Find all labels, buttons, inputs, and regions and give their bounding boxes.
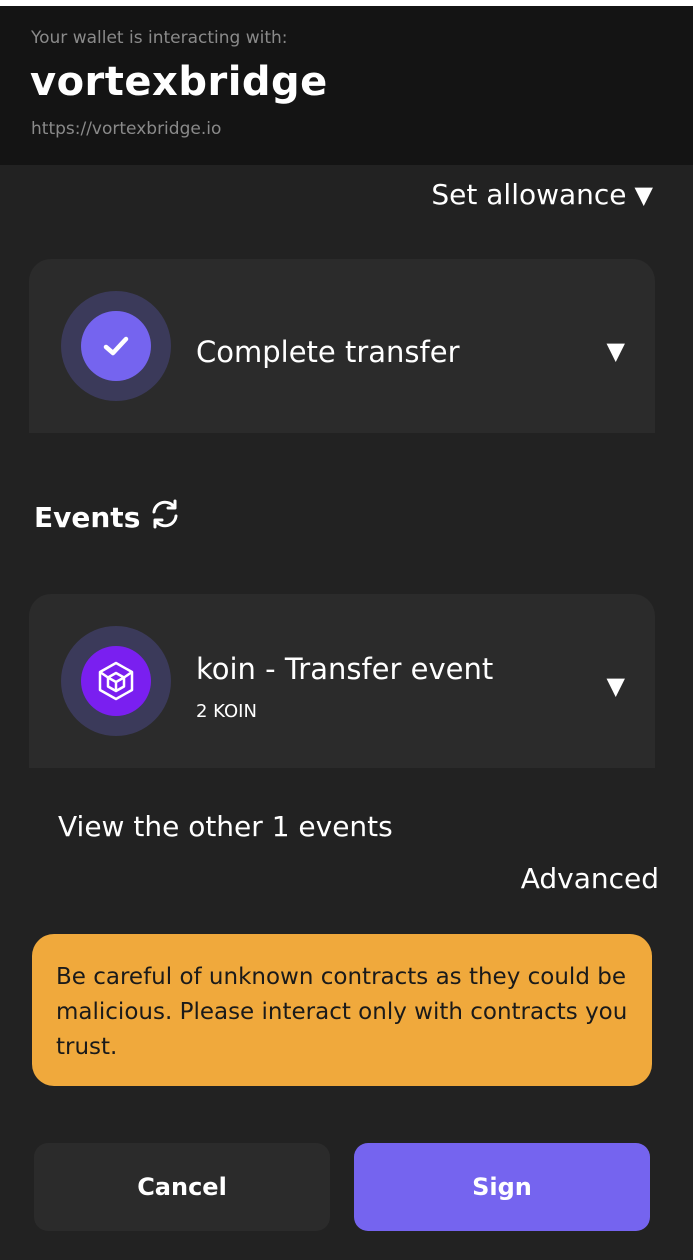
advanced-link[interactable]: Advanced [521, 862, 659, 895]
event-card[interactable]: koin - Transfer event 2 KOIN ▼ [29, 594, 655, 768]
cube-icon [81, 646, 151, 716]
set-allowance-dropdown[interactable]: Set allowance ▼ [431, 178, 653, 211]
set-allowance-label: Set allowance [431, 178, 627, 211]
check-icon [81, 311, 151, 381]
event-title: koin - Transfer event [196, 652, 494, 686]
sign-button[interactable]: Sign [354, 1143, 650, 1231]
event-icon-ring [61, 626, 171, 736]
cancel-button[interactable]: Cancel [34, 1143, 330, 1231]
refresh-icon[interactable] [148, 497, 182, 538]
view-other-events-link[interactable]: View the other 1 events [58, 810, 393, 843]
events-heading: Events [34, 497, 182, 538]
interacting-with-label: Your wallet is interacting with: [31, 28, 288, 48]
operation-title: Complete transfer [196, 335, 460, 369]
chevron-down-icon[interactable]: ▼ [607, 672, 625, 700]
chevron-down-icon[interactable]: ▼ [607, 337, 625, 365]
operation-icon-ring [61, 291, 171, 401]
operation-card[interactable]: Complete transfer ▼ [29, 259, 655, 433]
site-name: vortexbridge [30, 59, 328, 105]
site-header: Your wallet is interacting with: vortexb… [0, 6, 693, 165]
warning-banner: Be careful of unknown contracts as they … [32, 934, 652, 1086]
site-url: https://vortexbridge.io [31, 119, 222, 139]
warning-text: Be careful of unknown contracts as they … [56, 964, 628, 1060]
events-label: Events [34, 501, 141, 534]
event-amount: 2 KOIN [196, 701, 257, 722]
caret-down-icon: ▼ [634, 180, 653, 209]
